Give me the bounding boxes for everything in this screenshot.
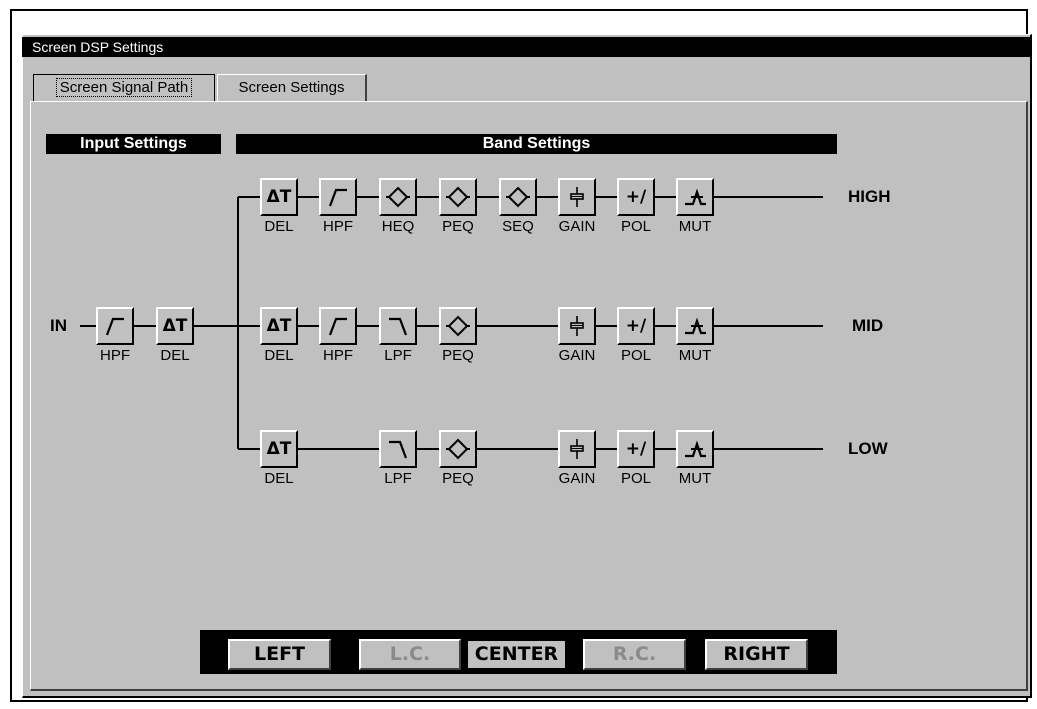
highpass-icon xyxy=(325,314,351,338)
band-high-gain-label: GAIN xyxy=(558,218,596,235)
band-high-seq-button[interactable] xyxy=(499,178,537,216)
band-output-mid: MID xyxy=(852,316,884,335)
channel-lc-button: L.C. xyxy=(359,639,461,670)
input-hpf-button[interactable] xyxy=(96,307,134,345)
band-low-peq-label: PEQ xyxy=(442,470,474,487)
mute-icon xyxy=(682,314,708,338)
band-mid-gain-label: GAIN xyxy=(558,347,596,364)
band-high-heq-label: HEQ xyxy=(381,218,415,235)
lowpass-icon xyxy=(385,314,411,338)
band-output-low: LOW xyxy=(848,439,888,458)
delta-t-icon: ΔT xyxy=(266,438,292,459)
band-low-lpf-label: LPF xyxy=(384,470,412,487)
input-label: IN xyxy=(50,316,67,335)
band-high-peq-button[interactable] xyxy=(439,178,477,216)
delta-t-icon: ΔT xyxy=(266,315,292,336)
band-low-pol-label: POL xyxy=(620,470,651,487)
channel-rc-button: R.C. xyxy=(583,639,686,670)
highpass-icon xyxy=(325,185,351,209)
band-mid-peq-button[interactable] xyxy=(439,307,477,345)
polarity-icon: +∕ xyxy=(625,315,647,336)
input-hpf-label: HPF xyxy=(100,347,130,364)
band-high-pol-label: POL xyxy=(620,218,651,235)
band-high-del-label: DEL xyxy=(264,218,294,235)
band-mid-mut-button[interactable] xyxy=(676,307,714,345)
band-high-mut-button[interactable] xyxy=(676,178,714,216)
polarity-icon: +∕ xyxy=(625,186,647,207)
band-output-high: HIGH xyxy=(848,187,891,206)
band-mid-del-label: DEL xyxy=(264,347,294,364)
band-mid-gain-button[interactable] xyxy=(558,307,596,345)
band-high-hpf-label: HPF xyxy=(323,218,353,235)
band-high-mut-label: MUT xyxy=(678,218,712,235)
fader-icon xyxy=(564,185,590,209)
input-del-label: DEL xyxy=(160,347,190,364)
delta-t-icon: ΔT xyxy=(266,186,292,207)
band-low-del-button[interactable]: ΔT xyxy=(260,430,298,468)
band-low-mut-button[interactable] xyxy=(676,430,714,468)
band-mid-mut-label: MUT xyxy=(678,347,712,364)
band-mid-lpf-label: LPF xyxy=(384,347,412,364)
fader-icon xyxy=(564,314,590,338)
band-mid-pol-label: POL xyxy=(620,347,651,364)
band-high-peq-label: PEQ xyxy=(442,218,474,235)
fader-icon xyxy=(564,437,590,461)
polarity-icon: +∕ xyxy=(625,438,647,459)
band-high-heq-button[interactable] xyxy=(379,178,417,216)
band-low-gain-button[interactable] xyxy=(558,430,596,468)
band-low-pol-button[interactable]: +∕ xyxy=(617,430,655,468)
band-low-lpf-button[interactable] xyxy=(379,430,417,468)
band-high-gain-button[interactable] xyxy=(558,178,596,216)
band-high-hpf-button[interactable] xyxy=(319,178,357,216)
eq-icon xyxy=(385,185,411,209)
band-mid-pol-button[interactable]: +∕ xyxy=(617,307,655,345)
highpass-icon xyxy=(102,314,128,338)
band-high-seq-label: SEQ xyxy=(502,218,534,235)
band-mid-hpf-label: HPF xyxy=(323,347,353,364)
eq-icon xyxy=(445,437,471,461)
eq-icon xyxy=(445,185,471,209)
lowpass-icon xyxy=(385,437,411,461)
channel-left-button[interactable]: LEFT xyxy=(228,639,331,670)
band-high-pol-button[interactable]: +∕ xyxy=(617,178,655,216)
eq-icon xyxy=(505,185,531,209)
band-high-del-button[interactable]: ΔT xyxy=(260,178,298,216)
band-low-gain-label: GAIN xyxy=(558,470,596,487)
band-mid-del-button[interactable]: ΔT xyxy=(260,307,298,345)
band-settings-header: Band Settings xyxy=(236,134,837,154)
band-low-peq-button[interactable] xyxy=(439,430,477,468)
channel-right-button[interactable]: RIGHT xyxy=(705,639,808,670)
mute-icon xyxy=(682,437,708,461)
input-settings-header: Input Settings xyxy=(46,134,221,154)
input-del-button[interactable]: ΔT xyxy=(156,307,194,345)
band-mid-lpf-button[interactable] xyxy=(379,307,417,345)
channel-center-button[interactable]: CENTER xyxy=(466,639,567,670)
eq-icon xyxy=(445,314,471,338)
band-mid-hpf-button[interactable] xyxy=(319,307,357,345)
mute-icon xyxy=(682,185,708,209)
band-low-del-label: DEL xyxy=(264,470,294,487)
delta-t-icon: ΔT xyxy=(162,315,188,336)
band-mid-peq-label: PEQ xyxy=(442,347,474,364)
band-low-mut-label: MUT xyxy=(678,470,712,487)
